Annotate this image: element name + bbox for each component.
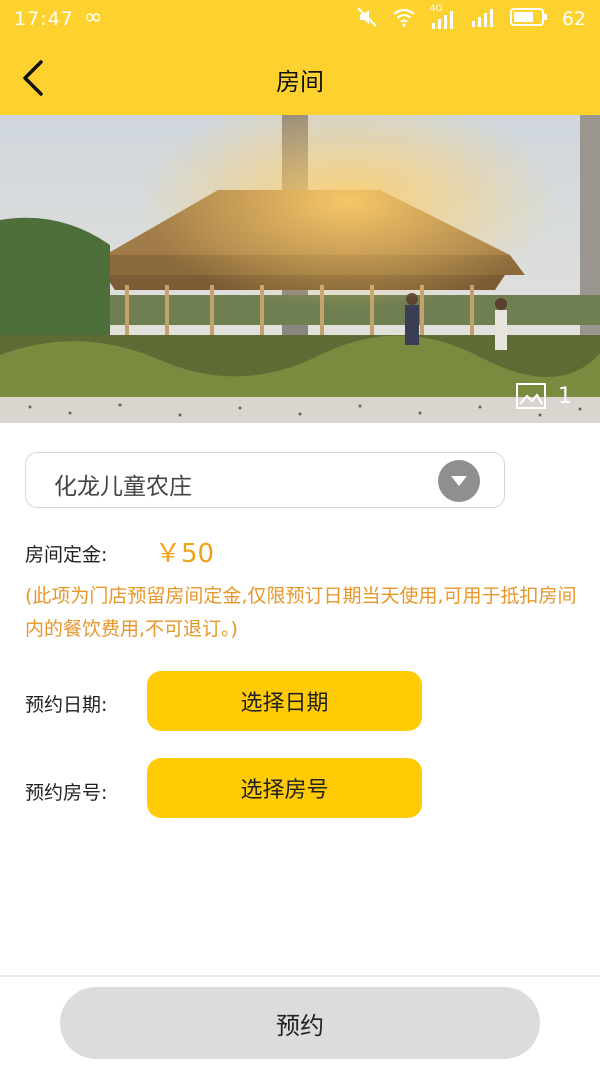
deposit-amount: ￥50 [155, 539, 215, 569]
image-count: 1 [558, 383, 572, 409]
status-time: 17:47 [14, 8, 74, 30]
image-icon [516, 383, 546, 409]
select-room-button[interactable]: 选择房号 [147, 758, 422, 818]
bottom-divider [0, 975, 600, 977]
wifi-icon [392, 7, 416, 31]
signal-icon [470, 6, 496, 32]
status-bar: 17:47 ∞ 4G 62 [0, 0, 600, 40]
deposit-label: 房间定金: [25, 544, 108, 566]
battery-level: 62 [561, 8, 586, 30]
select-date-button[interactable]: 选择日期 [147, 671, 422, 731]
image-counter: 1 [516, 383, 572, 409]
infinity-icon: ∞ [84, 5, 103, 30]
chevron-down-icon [451, 476, 467, 486]
deposit-note: (此项为门店预留房间定金,仅限预订日期当天使用,可用于抵扣房间内的餐饮费用,不可… [25, 585, 577, 640]
reserve-room-label: 预约房号: [25, 782, 108, 804]
page-title: 房间 [276, 68, 324, 96]
dropdown-toggle[interactable] [438, 460, 480, 502]
room-photo[interactable]: 1 [0, 115, 600, 423]
status-icons: 4G 62 [356, 4, 586, 32]
mute-icon [356, 6, 378, 32]
pavilion-photo [0, 115, 600, 423]
store-select-value: 化龙儿童农庄 [54, 474, 192, 500]
signal-4g-icon: 4G [430, 4, 456, 30]
battery-icon [509, 7, 548, 31]
nav-bar: 房间 [0, 40, 600, 115]
store-select[interactable]: 化龙儿童农庄 [25, 452, 505, 508]
reserve-button[interactable]: 预约 [60, 987, 540, 1059]
reserve-date-label: 预约日期: [25, 694, 108, 716]
